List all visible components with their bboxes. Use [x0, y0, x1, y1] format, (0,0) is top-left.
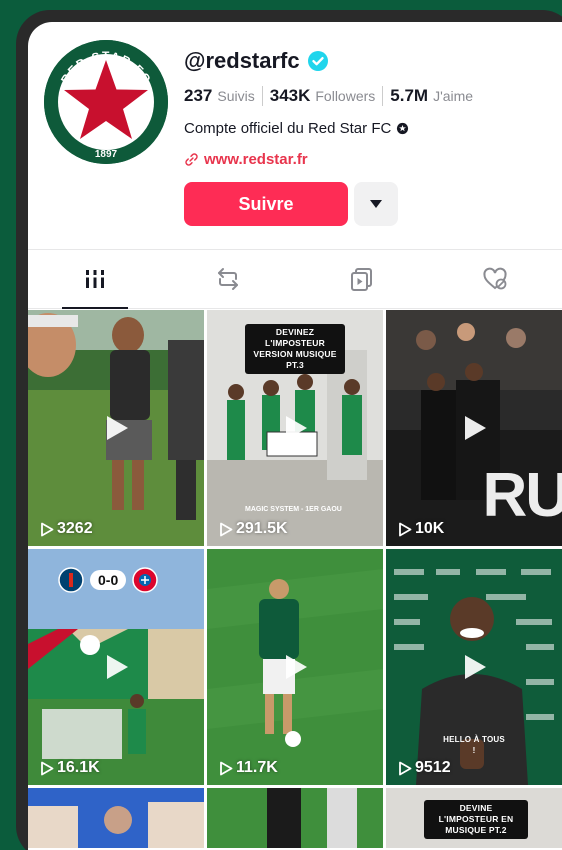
followers-count: 343K	[269, 86, 311, 105]
play-count-icon	[220, 522, 233, 536]
following-label: Suivis	[217, 88, 255, 104]
avatar-text-bottom: 1897	[95, 149, 118, 160]
play-icon	[465, 655, 486, 679]
score-text: 0-0	[90, 570, 127, 590]
link-text: www.redstar.fr	[204, 151, 308, 168]
handle-row: @redstarfc	[184, 48, 328, 74]
view-count: 9512	[398, 759, 451, 777]
play-icon	[286, 655, 307, 679]
video-caption: DEVINE L'IMPOSTEUR EN MUSIQUE PT.2	[424, 800, 528, 839]
play-count-icon	[399, 522, 412, 536]
view-count-value: 10K	[415, 520, 445, 537]
play-icon	[465, 416, 486, 440]
following-stat[interactable]: 237 Suivis	[184, 86, 263, 106]
view-count-value: 9512	[415, 759, 451, 776]
club-logo: RED STAR FC 1897	[44, 40, 168, 164]
match-score: 0-0	[58, 567, 158, 593]
gear-icon	[397, 122, 409, 135]
tab-liked[interactable]	[429, 250, 562, 308]
video-thumbnail[interactable]	[207, 788, 383, 848]
video-still	[28, 788, 204, 848]
play-icon	[107, 655, 128, 679]
video-thumbnail[interactable]: 0-0 16.1K	[28, 549, 204, 785]
view-count: 11.7K	[219, 759, 278, 777]
video-thumbnail[interactable]: HELLO À TOUS ! 9512	[386, 549, 562, 785]
bayern-crest-icon	[132, 567, 158, 593]
banner-text: RU	[482, 461, 562, 530]
grid-icon	[84, 270, 105, 288]
followers-stat[interactable]: 343K Followers	[270, 86, 384, 106]
video-thumbnail[interactable]: DEVINEZ L'IMPOSTEUR VERSION MUSIQUE PT.3…	[207, 310, 383, 546]
likes-stat[interactable]: 5.7M J'aime	[390, 86, 480, 106]
caret-down-icon	[370, 200, 382, 208]
link-icon	[185, 153, 198, 166]
profile-link[interactable]: www.redstar.fr	[184, 151, 308, 168]
tab-reposts[interactable]	[162, 250, 296, 308]
video-still	[207, 788, 383, 848]
video-thumbnail[interactable]	[28, 788, 204, 848]
view-count: 3262	[40, 520, 93, 538]
verified-icon	[307, 51, 328, 71]
view-count-value: 291.5K	[236, 520, 288, 537]
play-icon	[107, 416, 128, 440]
play-count-icon	[220, 761, 233, 775]
play-icon	[286, 416, 307, 440]
follow-button[interactable]: Suivre	[184, 182, 348, 226]
profile-tabs	[28, 249, 562, 309]
view-count-value: 11.7K	[236, 759, 278, 776]
followers-label: Followers	[315, 88, 376, 104]
view-count: 16.1K	[40, 759, 100, 777]
video-grid: 3262 DEVINEZ L'IMPOSTEUR VERSION MUSIQUE…	[28, 310, 562, 848]
avatar[interactable]: RED STAR FC 1897	[44, 40, 168, 164]
liked-hidden-icon	[483, 267, 507, 290]
profile-screen: RED STAR FC 1897 @redstarfc 237 Suivis 3…	[28, 22, 562, 850]
play-count-icon	[399, 761, 412, 775]
following-count: 237	[184, 86, 213, 105]
repost-icon	[218, 268, 239, 290]
more-options-button[interactable]	[354, 182, 398, 226]
video-thumbnail[interactable]: DEVINE L'IMPOSTEUR EN MUSIQUE PT.2	[386, 788, 562, 848]
view-count-value: 3262	[57, 520, 93, 537]
bio-text: Compte officiel du Red Star FC	[184, 120, 392, 137]
play-count-icon	[41, 761, 54, 775]
tab-videos[interactable]	[28, 250, 162, 309]
video-thumbnail[interactable]: 3262	[28, 310, 204, 546]
psg-crest-icon	[58, 567, 84, 593]
view-count-value: 16.1K	[57, 759, 100, 776]
view-count: 10K	[398, 520, 444, 538]
video-thumbnail[interactable]: 11.7K	[207, 549, 383, 785]
bookmark-icon	[350, 268, 372, 291]
likes-count: 5.7M	[390, 86, 429, 105]
video-caption: HELLO À TOUS !	[443, 735, 505, 755]
tab-favorites[interactable]	[295, 250, 429, 308]
profile-bio: Compte officiel du Red Star FC	[184, 120, 409, 137]
video-thumbnail[interactable]: RU 10K	[386, 310, 562, 546]
profile-stats: 237 Suivis 343K Followers 5.7M J'aime	[184, 86, 487, 106]
profile-handle: @redstarfc	[184, 48, 300, 73]
play-count-icon	[41, 522, 54, 536]
video-subcaption: MAGIC SYSTEM - 1ER GAOU	[245, 506, 342, 513]
view-count: 291.5K	[219, 520, 288, 538]
likes-label: J'aime	[433, 88, 474, 104]
video-caption: DEVINEZ L'IMPOSTEUR VERSION MUSIQUE PT.3	[245, 324, 345, 374]
